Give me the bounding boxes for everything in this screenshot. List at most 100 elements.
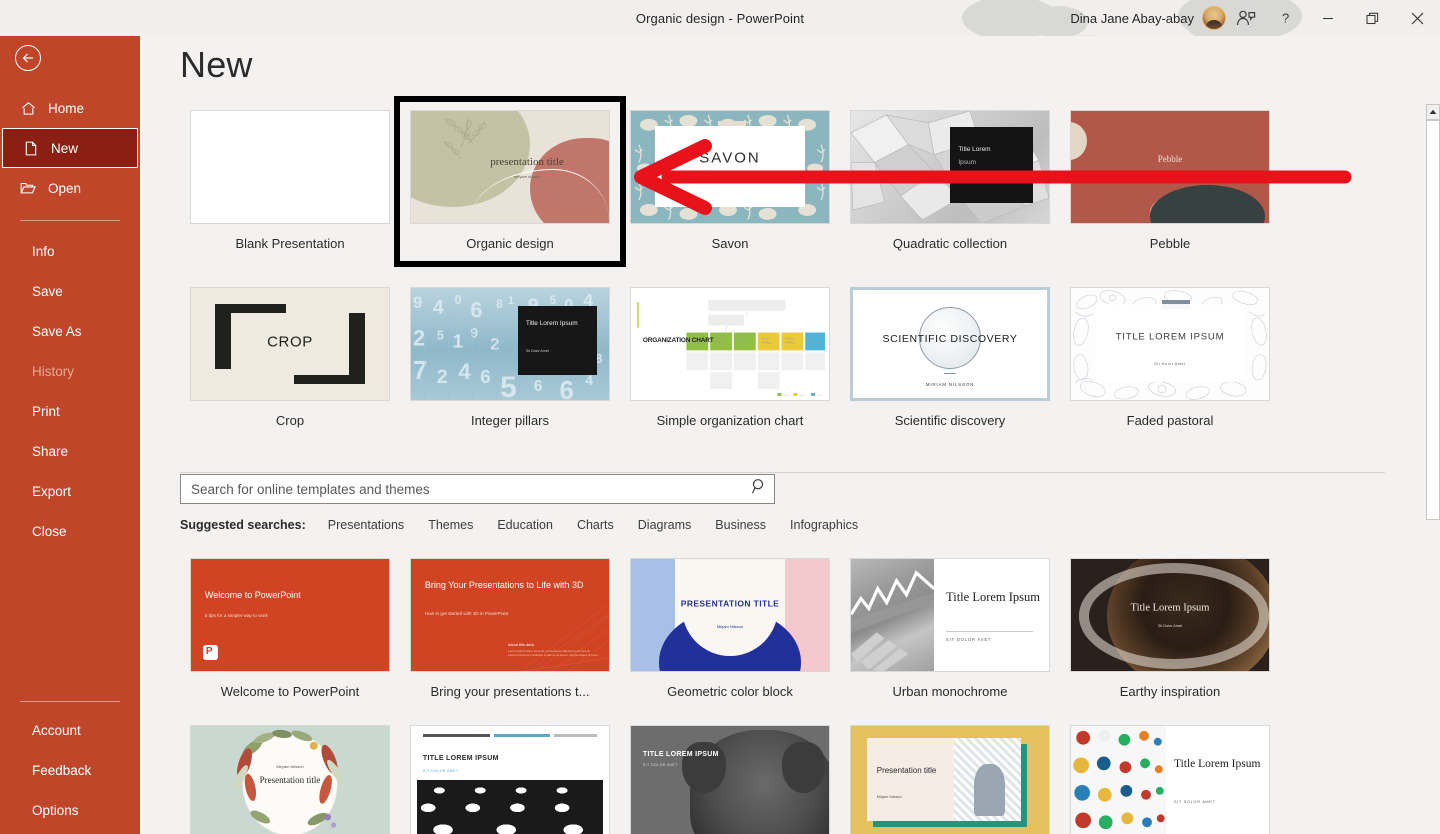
template-thumbnail: PRESENTATION TITLE Mirjam Nilsson bbox=[630, 558, 830, 672]
template-card-dog-portrait[interactable]: TITLE LOREM IPSUM SIT DOLOR AVET bbox=[620, 725, 840, 834]
template-card-earthy-inspiration[interactable]: Title Lorem Ipsum Sit Dolor Amet Earthy … bbox=[1060, 558, 1280, 699]
sidebar-item-label: Info bbox=[32, 243, 55, 259]
close-icon[interactable] bbox=[1394, 0, 1440, 36]
suggested-link-business[interactable]: Business bbox=[715, 518, 766, 532]
sidebar-item-export[interactable]: Export bbox=[0, 471, 140, 511]
powerpoint-backstage-new: Organic design - PowerPoint Dina Jane Ab… bbox=[0, 0, 1440, 834]
sidebar-item-label: Print bbox=[32, 403, 60, 419]
vertical-scrollbar[interactable] bbox=[1425, 36, 1440, 834]
account-name[interactable]: Dina Jane Abay-abay bbox=[1070, 11, 1202, 26]
template-thumbnail bbox=[190, 110, 390, 224]
template-thumbnail: Presentation title Mirjam Nilsson bbox=[850, 725, 1050, 834]
search-section: Suggested searches: Presentations Themes… bbox=[180, 474, 858, 532]
sidebar-item-close[interactable]: Close bbox=[0, 511, 140, 551]
sidebar-item-new[interactable]: New bbox=[2, 128, 138, 168]
template-card-simple-organization-chart[interactable]: ROBERT VP Finance ANGELA VP Tech BLAIR VP O… bbox=[620, 287, 840, 428]
sidebar-item-save-as[interactable]: Save As bbox=[0, 311, 140, 351]
template-card-organic-design[interactable]: presentation title miryam nilsson Organi… bbox=[394, 96, 626, 267]
cup-rim-shape bbox=[1078, 563, 1269, 669]
template-card-gold-frame[interactable]: Presentation title Mirjam Nilsson bbox=[840, 725, 1060, 834]
template-card-scientific-discovery[interactable]: SCIENTIFIC DISCOVERY MIRIAM NILSSON Scie… bbox=[840, 287, 1060, 428]
sidebar-item-feedback[interactable]: Feedback bbox=[0, 750, 140, 790]
avatar[interactable] bbox=[1202, 6, 1226, 30]
suggested-link-diagrams[interactable]: Diagrams bbox=[638, 518, 692, 532]
template-card-integer-pillars[interactable]: 94 06 81 95 04 25 19 27 24 65 66 bbox=[400, 287, 620, 428]
template-card-welcome-to-powerpoint[interactable]: Welcome to PowerPoint 5 tips for a simpl… bbox=[180, 558, 400, 699]
template-card-hex-pattern[interactable]: TITLE LOREM IPSUM SIT DOLOR AMET bbox=[400, 725, 620, 834]
scrollbar-thumb[interactable] bbox=[1426, 120, 1440, 520]
svg-text:Admin: Admin bbox=[799, 394, 806, 397]
template-row: CROP Crop 94 06 81 95 04 bbox=[180, 287, 1385, 428]
sidebar-item-open[interactable]: Open bbox=[0, 168, 140, 208]
svg-text:?: ? bbox=[1282, 11, 1289, 26]
template-label: Geometric color block bbox=[667, 684, 793, 699]
template-card-geometric-color-block[interactable]: PRESENTATION TITLE Mirjam Nilsson Geomet… bbox=[620, 558, 840, 699]
template-label: Scientific discovery bbox=[894, 413, 1006, 428]
search-box[interactable] bbox=[180, 474, 775, 504]
sidebar-item-print[interactable]: Print bbox=[0, 391, 140, 431]
template-card-crop[interactable]: CROP Crop bbox=[180, 287, 400, 428]
template-card-faded-pastoral[interactable]: TITLE LOREM IPSUM Sit Dolor Amet Faded p… bbox=[1060, 287, 1280, 428]
search-icon[interactable] bbox=[751, 478, 768, 500]
template-card-savon[interactable]: SAVON Savon bbox=[620, 110, 840, 261]
suggested-link-themes[interactable]: Themes bbox=[428, 518, 473, 532]
template-card-urban-monochrome[interactable]: Title Lorem Ipsum SIT DOLOR AVET Urban m… bbox=[840, 558, 1060, 699]
sidebar-item-info[interactable]: Info bbox=[0, 231, 140, 271]
sidebar-item-share[interactable]: Share bbox=[0, 431, 140, 471]
suggested-link-education[interactable]: Education bbox=[497, 518, 553, 532]
template-card-blank-presentation[interactable]: Blank Presentation bbox=[180, 110, 400, 261]
person-silhouette bbox=[973, 764, 1006, 816]
search-input[interactable] bbox=[191, 481, 751, 497]
template-label: Pebble bbox=[1149, 236, 1191, 251]
template-card-floral-wreath[interactable]: Miryam Nilsson Presentation title bbox=[180, 725, 400, 834]
back-button[interactable] bbox=[14, 44, 42, 72]
sidebar-item-account[interactable]: Account bbox=[0, 710, 140, 750]
sidebar-item-options[interactable]: Options bbox=[0, 790, 140, 830]
svg-text:5: 5 bbox=[550, 293, 557, 307]
template-card-pebble[interactable]: Pebble Pebble bbox=[1060, 110, 1280, 261]
suggested-link-presentations[interactable]: Presentations bbox=[328, 518, 404, 532]
template-thumbnail: CROP bbox=[190, 287, 390, 401]
template-label: Urban monochrome bbox=[892, 684, 1008, 699]
suggested-link-infographics[interactable]: Infographics bbox=[790, 518, 858, 532]
template-row: Blank Presentation presentation title mi… bbox=[180, 96, 1385, 267]
template-label: Savon bbox=[711, 236, 749, 251]
slide-subtitle: Sit Dolor Amet bbox=[1157, 623, 1183, 628]
slide-title: SAVON bbox=[699, 149, 761, 167]
svg-text:4: 4 bbox=[459, 359, 471, 384]
section-divider bbox=[180, 472, 1385, 473]
template-thumbnail: Welcome to PowerPoint 5 tips for a simpl… bbox=[190, 558, 390, 672]
dog-ear-right bbox=[781, 741, 826, 794]
title-bar: Organic design - PowerPoint Dina Jane Ab… bbox=[0, 0, 1440, 36]
sidebar-item-save[interactable]: Save bbox=[0, 271, 140, 311]
sidebar-item-home[interactable]: Home bbox=[0, 88, 140, 128]
template-card-color-dots[interactable]: Title Lorem Ipsum SIT DOLOR AMET bbox=[1060, 725, 1280, 834]
sidebar-secondary-nav: Account Feedback Options bbox=[0, 701, 140, 834]
scroll-up-arrow-icon[interactable] bbox=[1426, 104, 1440, 120]
svg-text:VP Ops: VP Ops bbox=[738, 341, 747, 344]
slide-title: TITLE LOREM IPSUM bbox=[422, 755, 499, 763]
cream-pebble-shape bbox=[1071, 122, 1087, 161]
restore-window-icon[interactable] bbox=[1350, 0, 1394, 36]
slide-subtitle: Miryam Nilsson bbox=[276, 764, 304, 770]
slide-title: TITLE LOREM IPSUM bbox=[1115, 331, 1225, 343]
accent-rule bbox=[944, 372, 956, 375]
minimize-icon[interactable] bbox=[1306, 0, 1350, 36]
back-arrow-icon bbox=[15, 45, 41, 71]
slide-title: Bring Your Presentations to Life with 3D bbox=[424, 580, 584, 591]
slide-subtitle: MIRIAM NILSSON bbox=[925, 382, 975, 388]
slide-title: Title Lorem Ipsum bbox=[1130, 602, 1210, 614]
svg-text:Tech: Tech bbox=[817, 395, 822, 397]
online-templates-grid: Welcome to PowerPoint 5 tips for a simpl… bbox=[180, 558, 1385, 834]
template-label: Simple organization chart bbox=[656, 413, 804, 428]
person-share-icon[interactable] bbox=[1226, 0, 1266, 36]
template-card-bring-your-presentations-to-life-with-3d[interactable]: Bring Your Presentations to Life with 3D… bbox=[400, 558, 620, 699]
svg-text:5: 5 bbox=[500, 371, 517, 401]
question-mark-icon[interactable]: ? bbox=[1266, 0, 1306, 36]
svg-text:6: 6 bbox=[470, 298, 482, 323]
template-card-quadratic-collection[interactable]: Title Lorem Ipsum Sit Dolor Amet Quadrat… bbox=[840, 110, 1060, 261]
sidebar-divider-top bbox=[20, 220, 120, 221]
slide-title: Title Lorem Ipsum bbox=[525, 319, 578, 327]
svg-text:2: 2 bbox=[490, 334, 499, 353]
suggested-link-charts[interactable]: Charts bbox=[577, 518, 614, 532]
